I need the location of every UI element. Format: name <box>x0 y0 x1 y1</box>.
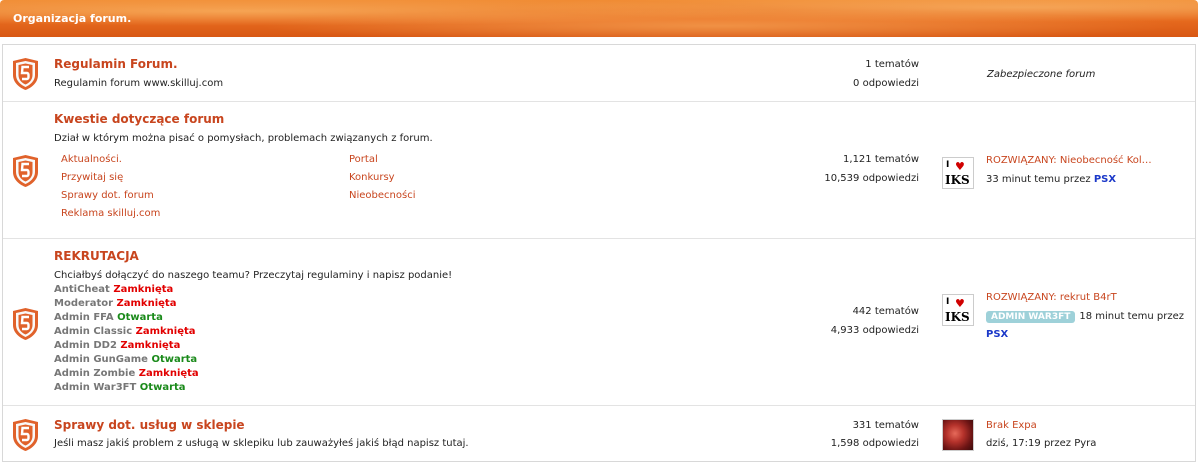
forum-shield-icon <box>13 58 38 90</box>
subforum-link[interactable]: Sprawy dot. forum <box>61 190 154 201</box>
recruitment-status: Zamknięta <box>116 298 177 309</box>
recruitment-status: Zamknięta <box>138 368 199 379</box>
forum-shield-icon <box>13 419 38 451</box>
forum-description: Regulamin forum www.skilluj.com <box>54 78 224 89</box>
heart-icon: ♥ <box>955 160 965 173</box>
forum-row-rekrutacja: REKRUTACJA Chciałbyś dołączyć do naszego… <box>3 239 1195 406</box>
forum-description: Chciałbyś dołączyć do naszego teamu? Prz… <box>54 270 453 281</box>
last-post-user[interactable]: PSX <box>1094 174 1116 185</box>
recruitment-item: Admin Zombie Zamknięta <box>54 368 199 379</box>
heart-icon: ♥ <box>955 297 965 310</box>
forum-row-kwestie: Kwestie dotyczące forum Dział w którym m… <box>3 102 1195 239</box>
forum-title[interactable]: Kwestie dotyczące forum <box>54 112 224 126</box>
iks-letter: I <box>946 297 950 307</box>
recruitment-status: Zamknięta <box>120 340 181 351</box>
forum-shield-icon <box>13 155 38 187</box>
recruitment-role: AntiCheat <box>54 284 110 295</box>
category-header: Organizacja forum. <box>0 0 1198 37</box>
forum-title[interactable]: Sprawy dot. usług w sklepie <box>54 418 245 432</box>
recruitment-role: Admin Zombie <box>54 368 136 379</box>
replies-count: 1,598 odpowiedzi <box>830 438 919 449</box>
forum-table: Regulamin Forum. Regulamin forum www.ski… <box>2 44 1196 462</box>
last-post-meta: ADMIN WAR3FT 18 minut temu przez <box>986 311 1184 323</box>
iks-text: IKS <box>945 173 970 187</box>
protected-forum-note: Zabezpieczone forum <box>987 69 1096 80</box>
last-post-link[interactable]: Brak Expa <box>986 420 1037 431</box>
recruitment-item: Admin GunGame Otwarta <box>54 354 197 365</box>
user-avatar[interactable]: I ♥ IKS <box>942 157 974 189</box>
topics-count: 442 tematów <box>852 306 919 317</box>
subforum-link[interactable]: Portal <box>349 154 378 165</box>
forum-description: Dział w którym można pisać o pomysłach, … <box>54 133 433 144</box>
recruitment-role: Admin War3FT <box>54 382 137 393</box>
last-post-meta: 33 minut temu przez PSX <box>986 174 1116 185</box>
recruitment-status: Otwarta <box>117 312 163 323</box>
iks-letter: I <box>946 160 950 170</box>
recruitment-role: Admin GunGame <box>54 354 148 365</box>
recruitment-item: Moderator Zamknięta <box>54 298 176 309</box>
recruitment-item: AntiCheat Zamknięta <box>54 284 173 295</box>
subforum-link[interactable]: Reklama skilluj.com <box>61 208 160 219</box>
subforum-link[interactable]: Przywitaj się <box>61 172 123 183</box>
subforum-link[interactable]: Aktualności. <box>61 154 122 165</box>
forum-description: Jeśli masz jakiś problem z usługą w skle… <box>54 438 469 449</box>
user-avatar[interactable] <box>942 419 974 451</box>
replies-count: 0 odpowiedzi <box>853 78 919 89</box>
forum-shield-icon <box>13 308 38 340</box>
iks-text: IKS <box>945 310 970 324</box>
last-post-link[interactable]: ROZWIĄZANY: Nieobecność Kol… <box>986 155 1152 166</box>
user-group-badge: ADMIN WAR3FT <box>986 311 1076 323</box>
topics-count: 331 tematów <box>852 420 919 431</box>
recruitment-role: Admin DD2 <box>54 340 117 351</box>
subforum-link[interactable]: Konkursy <box>349 172 395 183</box>
recruitment-status: Zamknięta <box>135 326 196 337</box>
recruitment-item: Admin Classic Zamknięta <box>54 326 196 337</box>
replies-count: 4,933 odpowiedzi <box>830 325 919 336</box>
last-post-link[interactable]: ROZWIĄZANY: rekrut B4rT <box>986 292 1117 303</box>
recruitment-status: Otwarta <box>151 354 198 365</box>
last-post-time: 33 minut temu przez <box>986 174 1091 185</box>
subforum-link[interactable]: Nieobecności <box>349 190 415 201</box>
last-post-time: 18 minut temu przez <box>1079 311 1185 322</box>
last-post-meta: dziś, 17:19 przez Pyra <box>986 438 1097 449</box>
topics-count: 1,121 tematów <box>843 154 919 165</box>
category-title[interactable]: Organizacja forum. <box>13 12 131 25</box>
forum-title[interactable]: Regulamin Forum. <box>54 57 178 71</box>
recruitment-status: Zamknięta <box>113 284 174 295</box>
forum-row-regulamin: Regulamin Forum. Regulamin forum www.ski… <box>3 45 1195 102</box>
recruitment-item: Admin FFA Otwarta <box>54 312 163 323</box>
forum-row-sklep: Sprawy dot. usług w sklepie Jeśli masz j… <box>3 406 1195 462</box>
replies-count: 10,539 odpowiedzi <box>824 173 919 184</box>
forum-title[interactable]: REKRUTACJA <box>54 249 139 263</box>
recruitment-status: Otwarta <box>139 382 186 393</box>
last-post-user-line: PSX <box>986 329 1008 340</box>
recruitment-role: Admin Classic <box>54 326 133 337</box>
last-post-user[interactable]: PSX <box>986 329 1008 340</box>
recruitment-role: Admin FFA <box>54 312 114 323</box>
recruitment-role: Moderator <box>54 298 114 309</box>
user-avatar[interactable]: I ♥ IKS <box>942 294 974 326</box>
recruitment-item: Admin DD2 Zamknięta <box>54 340 180 351</box>
topics-count: 1 tematów <box>865 59 919 70</box>
recruitment-item: Admin War3FT Otwarta <box>54 382 186 393</box>
